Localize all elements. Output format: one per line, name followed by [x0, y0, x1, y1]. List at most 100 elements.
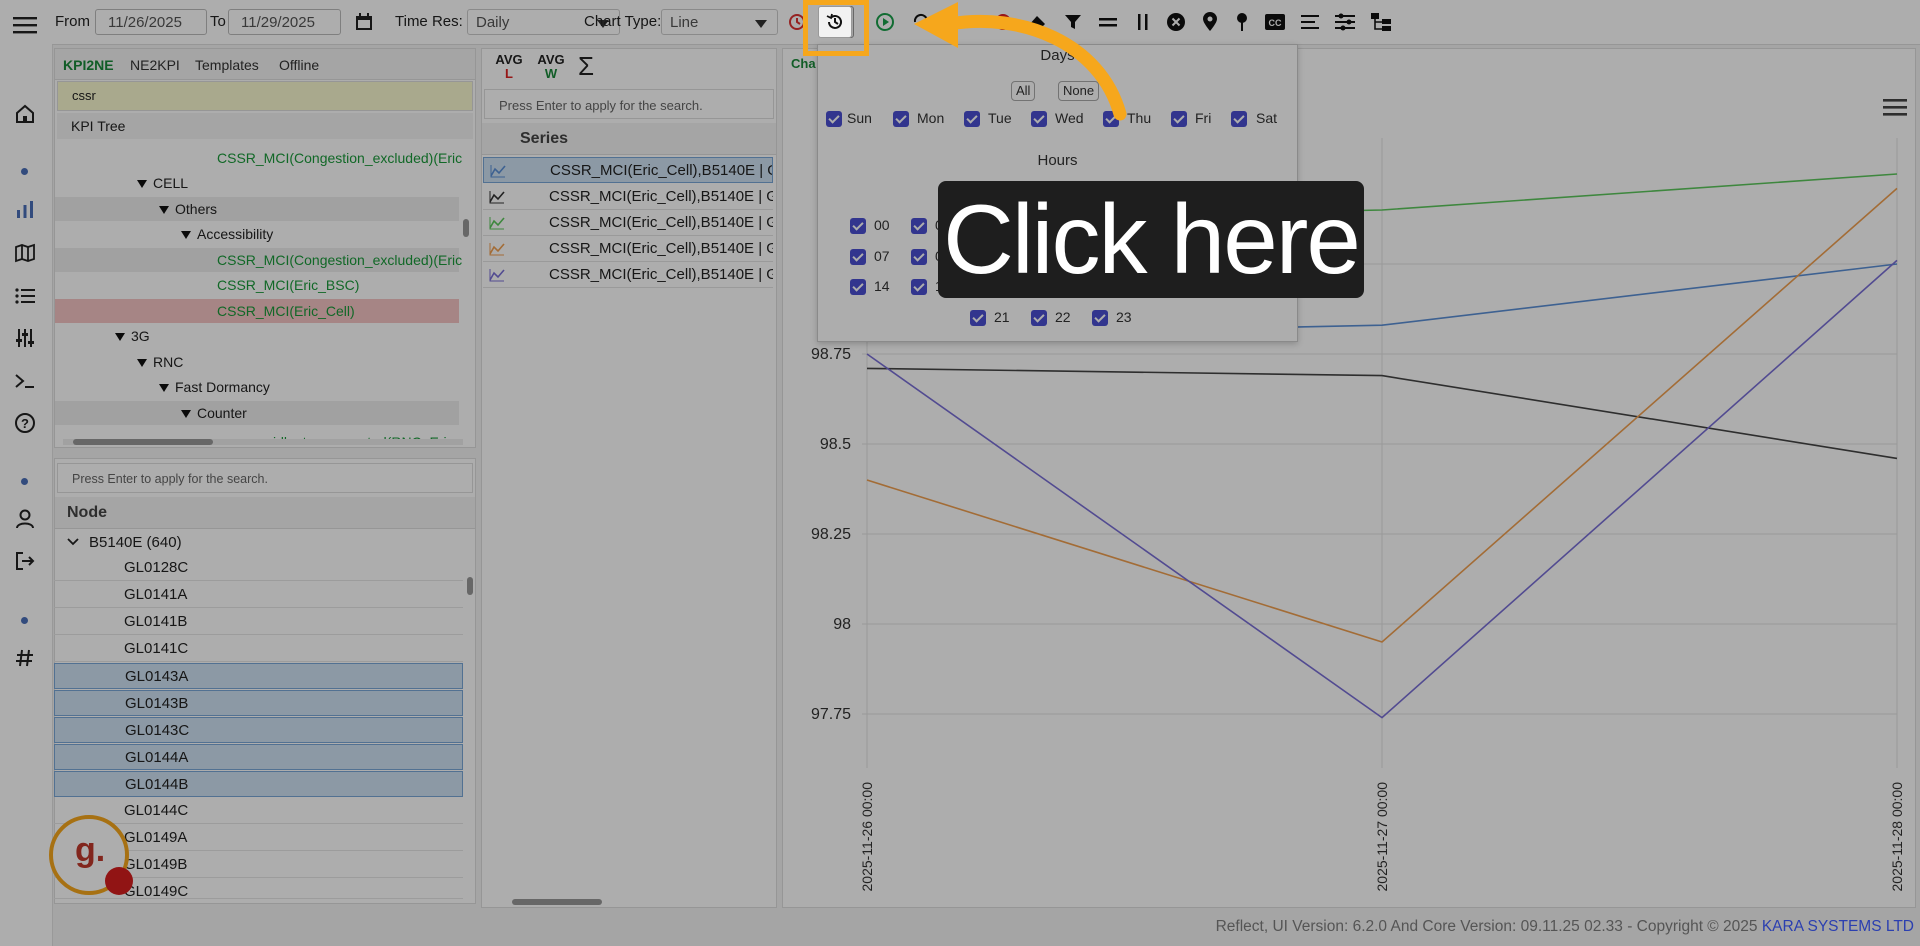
day-checkbox-sun[interactable] [826, 111, 842, 127]
series-row[interactable]: CSSR_MCI(Eric_Cell),B5140E | GL [483, 236, 773, 262]
tree-item-accessibility[interactable]: Accessibility [181, 222, 273, 246]
hour-checkbox-01[interactable] [911, 218, 927, 234]
node-row-selected[interactable]: GL0144A [54, 744, 463, 770]
node-row-selected[interactable]: GL0144B [54, 771, 463, 797]
tree-item-label: Counter [197, 405, 247, 421]
sum-sigma-button[interactable]: Σ [578, 51, 594, 82]
tree-item-counter[interactable]: Counter [55, 401, 459, 425]
hamburger-menu-icon[interactable] [12, 12, 38, 38]
pointer-arrow-icon [914, 2, 1127, 121]
close-circle-icon[interactable] [1163, 9, 1189, 35]
vertical-scrollbar-thumb[interactable] [467, 577, 473, 595]
tree-item-kpi[interactable]: CSSR_MCI(Eric_BSC) [217, 273, 359, 297]
series-search-input[interactable]: Press Enter to apply for the search. [484, 89, 774, 119]
hour-checkbox-07[interactable] [850, 249, 866, 265]
tree-item-kpi-selected[interactable]: CSSR_MCI(Eric_Cell) [55, 299, 459, 323]
tree-item-rnc[interactable]: RNC [137, 350, 183, 374]
tree-item-3g[interactable]: 3G [115, 324, 150, 348]
avg-l-button[interactable]: AVG L [492, 53, 526, 87]
tab-templates[interactable]: Templates [195, 57, 259, 73]
scrollbar-thumb[interactable] [73, 439, 213, 445]
hour-checkbox-14[interactable] [850, 279, 866, 295]
tab-offline[interactable]: Offline [279, 57, 319, 73]
home-icon[interactable] [12, 101, 38, 127]
node-group-b5140e[interactable]: B5140E (640) [67, 529, 182, 557]
notification-dot [105, 867, 133, 895]
node-row[interactable]: GL0141C [54, 636, 463, 662]
caret-down-icon [159, 384, 169, 393]
settings-sliders-icon[interactable] [12, 325, 38, 351]
caret-down-icon [181, 231, 191, 240]
guide-avatar[interactable]: g. [49, 815, 133, 895]
hour-checkbox-00[interactable] [850, 218, 866, 234]
tree-item-label: Fast Dormancy [175, 379, 270, 395]
nav-separator-dot [21, 478, 28, 485]
series-row[interactable]: CSSR_MCI(Eric_Cell),B5140E | GL [483, 210, 773, 236]
from-date-input[interactable]: 11/26/2025 [95, 9, 207, 35]
chart-icon[interactable] [12, 196, 38, 222]
svg-text:?: ? [21, 416, 29, 431]
avatar-letter: g. [75, 831, 106, 869]
series-row-selected[interactable]: CSSR_MCI(Eric_Cell),B5140E | GL [483, 157, 773, 183]
tab-ne2kpi[interactable]: NE2KPI [130, 57, 180, 73]
tree-item-kpi[interactable]: CSSR_MCI(Congestion_excluded)(Eric [55, 248, 462, 272]
map-pin-icon[interactable] [1197, 9, 1223, 35]
node-row-selected[interactable]: GL0143B [54, 690, 463, 716]
footer-brand-link[interactable]: KARA SYSTEMS LTD [1762, 918, 1914, 935]
series-row[interactable]: CSSR_MCI(Eric_Cell),B5140E | GL [483, 262, 773, 288]
tab-kpi2ne[interactable]: KPI2NE [63, 57, 114, 73]
footer-text: Reflect, UI Version: 6.2.0 And Core Vers… [1215, 918, 1762, 935]
tree-item-others[interactable]: Others [55, 197, 459, 221]
kpi-search-input[interactable]: cssr [57, 81, 473, 111]
caret-down-icon [137, 180, 147, 189]
vertical-scrollbar-thumb[interactable] [463, 219, 469, 237]
node-group-label: B5140E (640) [89, 534, 182, 551]
day-checkbox-fri[interactable] [1171, 111, 1187, 127]
chart-type-select[interactable]: Line [661, 9, 778, 35]
series-row[interactable]: CSSR_MCI(Eric_Cell),B5140E | GL [483, 184, 773, 210]
closed-caption-icon[interactable]: CC [1262, 9, 1288, 35]
tree-item-kpi[interactable]: CSSR_MCI(Congestion_excluded)(Eric [217, 146, 462, 170]
tree-item-cell[interactable]: CELL [137, 171, 188, 195]
to-date-input[interactable]: 11/29/2025 [228, 9, 341, 35]
tune-icon[interactable] [1332, 9, 1358, 35]
calendar-icon[interactable] [351, 9, 377, 35]
day-checkbox-sat[interactable] [1231, 111, 1247, 127]
node-row[interactable]: GL0128C [54, 555, 463, 581]
play-circle-icon[interactable] [872, 9, 898, 35]
tree-item-label: RNC [153, 354, 184, 370]
node-search-input[interactable]: Press Enter to apply for the search. [57, 463, 473, 493]
map-icon[interactable] [12, 240, 38, 266]
hour-checkbox-08[interactable] [911, 249, 927, 265]
hour-checkbox-23[interactable] [1092, 310, 1108, 326]
series-column-header: Series [482, 123, 776, 155]
hashtag-icon[interactable] [12, 645, 38, 671]
day-label: Fri [1195, 110, 1212, 126]
hour-checkbox-21[interactable] [970, 310, 986, 326]
hierarchy-icon[interactable] [1368, 9, 1394, 35]
history-icon [826, 13, 842, 29]
list-icon[interactable] [12, 283, 38, 309]
terminal-icon[interactable] [12, 368, 38, 394]
node-row[interactable]: GL0141A [54, 582, 463, 608]
user-icon[interactable] [12, 506, 38, 532]
svg-text:CC: CC [1269, 18, 1282, 28]
tree-item-kpi[interactable]: ps_cssr_idle_to_connected(RNC_Eric [217, 425, 454, 439]
pushpin-icon[interactable] [1229, 9, 1255, 35]
history-filter-button-highlighted[interactable] [818, 6, 852, 38]
node-row[interactable]: GL0141B [54, 609, 463, 635]
node-row[interactable]: GL0144C [54, 798, 463, 824]
help-icon[interactable]: ? [12, 410, 38, 436]
avg-w-button[interactable]: AVG W [534, 53, 568, 87]
logout-icon[interactable] [12, 548, 38, 574]
node-row-selected[interactable]: GL0143A [54, 663, 463, 689]
horizontal-scrollbar[interactable] [63, 439, 463, 445]
from-label: From [55, 13, 90, 30]
hour-checkbox-22[interactable] [1031, 310, 1047, 326]
tree-item-fast-dormancy[interactable]: Fast Dormancy [159, 375, 270, 399]
horizontal-scrollbar-thumb[interactable] [512, 899, 602, 905]
node-row-selected[interactable]: GL0143C [54, 717, 463, 743]
align-icon[interactable] [1297, 9, 1323, 35]
tree-item-label: Others [175, 201, 218, 217]
hour-checkbox-15[interactable] [911, 279, 927, 295]
